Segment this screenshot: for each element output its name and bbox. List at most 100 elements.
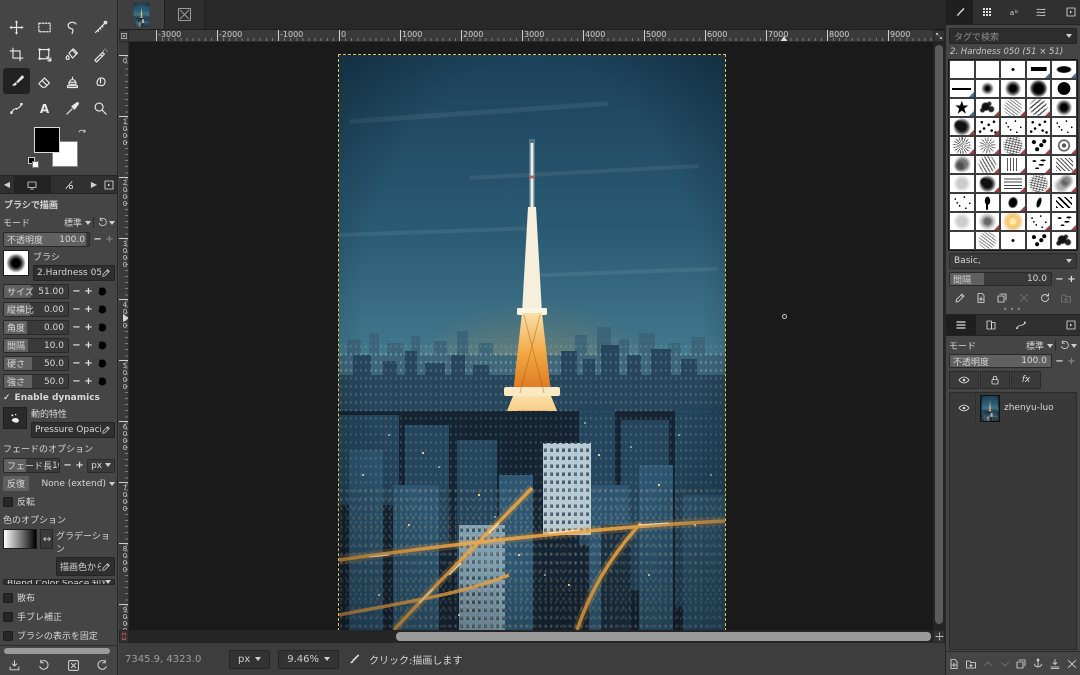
anchor-layer[interactable] [1031,656,1046,672]
option-checkbox-row[interactable]: 散布 [3,590,115,605]
new-brush[interactable] [973,290,989,306]
brush-swatch[interactable] [1026,212,1052,231]
brush-swatch[interactable] [1026,136,1052,155]
merge-down[interactable] [1047,656,1062,672]
tool-color-picker[interactable] [59,95,86,121]
opacity-increase[interactable]: + [104,233,115,246]
layer-mode-reset[interactable] [1055,340,1077,351]
brush-swatch[interactable] [975,212,1001,231]
increase-button[interactable]: + [83,321,94,334]
delete-layer[interactable] [1064,656,1079,672]
link-icon[interactable] [110,322,115,334]
option-checkbox-row[interactable]: 手ブレ補正 [3,609,115,624]
decrease-button[interactable]: − [71,375,82,388]
tab-device-status[interactable] [51,176,88,193]
layer-mode-select[interactable]: 標準 [1026,339,1053,352]
gradient-field[interactable]: 描画色から [56,557,115,576]
brush-swatch[interactable] [975,174,1001,193]
lock-pixels-toggle[interactable] [980,371,1010,389]
tool-paths[interactable] [3,95,30,121]
new-group[interactable] [964,656,979,672]
option-slider[interactable]: 強さ 50.0 [3,374,69,389]
option-slider[interactable]: 間隔 10.0 [3,338,69,353]
quick-mask-button[interactable] [119,630,129,643]
brush-swatch[interactable] [1000,79,1026,98]
vertical-ruler[interactable]: 0100020003000400050006000700080009000 [119,42,129,630]
fade-unit-select[interactable]: px [87,459,115,473]
brush-swatch[interactable] [1051,212,1077,231]
dynamics-field[interactable]: Pressure Opacity [31,422,115,438]
option-checkbox-row[interactable]: ブラシの表示を固定 [3,628,115,643]
fade-increase[interactable]: + [74,459,85,472]
spacing-increase[interactable]: + [1066,273,1077,286]
canvas-viewport[interactable] [129,42,933,630]
increase-button[interactable]: + [83,375,94,388]
image-tab-empty[interactable] [165,0,205,29]
new-layer[interactable] [947,656,962,672]
link-icon[interactable] [110,358,115,370]
checkbox[interactable] [3,497,13,507]
tab-layers[interactable] [946,315,976,335]
checkbox[interactable] [3,631,13,641]
tab-patterns[interactable] [973,0,1000,24]
brush-swatch[interactable] [975,193,1001,212]
layer-opacity-slider[interactable]: 不透明度 100.0 [949,354,1052,368]
duplicate-layer[interactable] [1014,656,1029,672]
layer-name[interactable]: zhenyu-luo [1004,403,1054,413]
repeat-select[interactable]: None (extend) [41,479,115,489]
zoom-follow-button[interactable] [933,30,945,42]
delete-brush[interactable] [1016,290,1032,306]
brush-swatch[interactable] [1026,98,1052,117]
link-icon[interactable] [110,340,115,352]
dock-menu-icon[interactable] [1062,315,1080,335]
delete-preset[interactable] [64,657,82,673]
canvas-image[interactable] [339,55,725,630]
brush-swatch[interactable] [1026,193,1052,212]
option-slider[interactable]: 角度 0.00 [3,320,69,335]
raise-layer[interactable] [980,656,995,672]
decrease-button[interactable]: − [71,339,82,352]
increase-button[interactable]: + [83,303,94,316]
tool-clone[interactable] [59,68,86,94]
brush-preview[interactable] [3,250,29,276]
default-colors-icon[interactable] [28,157,40,169]
option-slider[interactable]: サイズ 51.00 [3,284,69,299]
tool-smudge[interactable] [87,68,114,94]
tool-move[interactable] [3,14,30,40]
gradient-preview[interactable] [3,529,37,549]
tag-filter-select[interactable]: Basic, [949,253,1077,269]
brush-swatch[interactable] [1026,60,1052,79]
mode-select[interactable]: 標準 [64,216,91,229]
brush-swatch[interactable] [1000,60,1026,79]
tool-zoom[interactable] [87,95,114,121]
decrease-button[interactable]: − [71,357,82,370]
restore-preset[interactable] [35,657,53,673]
tool-crop[interactable] [3,41,30,67]
dock-menu-icon[interactable] [1062,0,1080,24]
save-preset[interactable] [6,657,24,673]
reverse-gradient-button[interactable] [40,529,53,549]
duplicate-brush[interactable] [994,290,1010,306]
checkbox[interactable] [3,612,13,622]
dock-drag-handle[interactable]: ••• [946,307,1080,313]
layer-opacity-increase[interactable]: + [1066,355,1077,368]
decrease-button[interactable]: − [71,285,82,298]
spacing-slider[interactable]: 間隔 10.0 [949,272,1052,286]
brush-swatch[interactable] [949,79,975,98]
navigation-button[interactable] [933,630,945,643]
brush-swatch[interactable] [1000,136,1026,155]
brush-swatch[interactable] [975,98,1001,117]
dock-menu-icon[interactable] [101,176,117,193]
tool-free-select[interactable] [59,14,86,40]
brush-swatch[interactable] [975,231,1001,250]
brush-swatch[interactable] [1000,117,1026,136]
blend-color-space-select[interactable]: Blend Color Space 知覚的… [3,579,115,585]
tool-rectangle-select[interactable] [31,14,58,40]
tool-bucket-fill[interactable] [59,41,86,67]
brush-swatch[interactable] [949,155,975,174]
reset-icon[interactable] [96,322,108,334]
layer-opacity-decrease[interactable]: − [1054,355,1065,368]
lower-layer[interactable] [997,656,1012,672]
vertical-scrollbar[interactable] [933,42,945,630]
tab-paths[interactable] [1006,315,1036,335]
